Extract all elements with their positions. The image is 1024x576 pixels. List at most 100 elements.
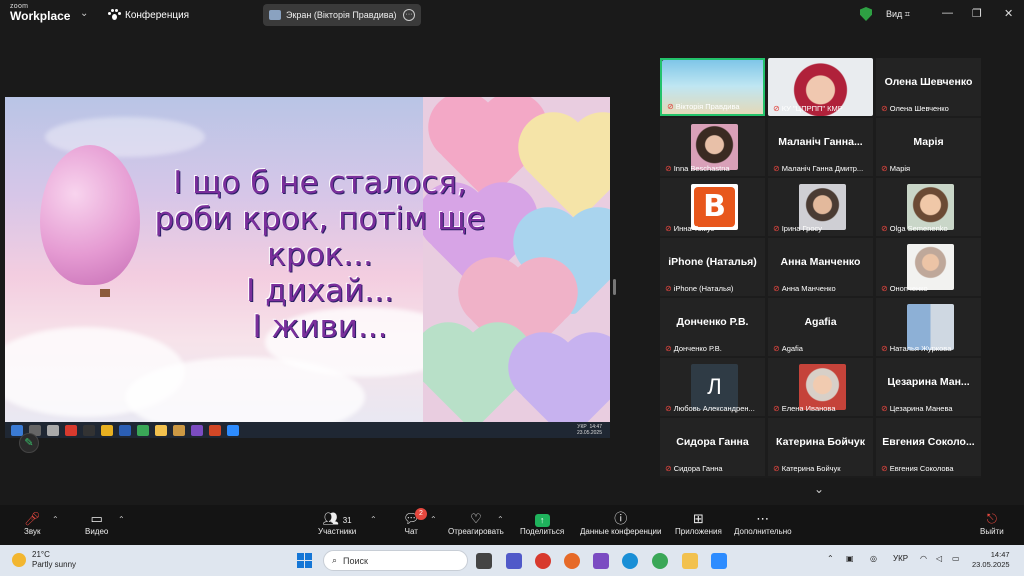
chevron-down-icon[interactable]: ⌄ [80, 8, 88, 19]
wifi-icon[interactable]: ◠ [920, 554, 927, 563]
shared-screen: І що б не сталося, роби крок, потім ще к… [5, 97, 610, 422]
opera-icon[interactable] [535, 553, 551, 569]
participant-tile[interactable]: Цезарина Ман... ⊘ Цезарина Манева [876, 358, 981, 416]
audio-button[interactable]: 🎤︎ Звук [24, 510, 41, 536]
people-icon: 👥︎ [322, 511, 340, 526]
chevron-up-icon[interactable]: ⌃ [52, 515, 59, 524]
participant-tile[interactable]: ⊘ Olga Semenenko [876, 178, 981, 236]
presenter-date: 23.05.2025 [576, 430, 602, 436]
chevron-down-icon[interactable]: ⌄ [814, 482, 824, 496]
battery-icon[interactable]: ▭ [952, 554, 960, 563]
meeting-info-label: Данные конференции [580, 527, 662, 536]
muted-mic-icon: ⊘ [665, 164, 672, 173]
participant-tile[interactable]: ⊘ КУ "ЦПРПП" КМР [768, 58, 873, 116]
language-indicator[interactable]: УКР [893, 554, 908, 563]
meeting-info-button[interactable]: Конференция [108, 9, 189, 21]
chevron-up-icon[interactable]: ⌃ [827, 554, 834, 563]
participant-display-name: Agafia [804, 316, 837, 328]
participant-name: Вікторія Правдива [675, 102, 740, 111]
apps-button[interactable]: ⊞ Приложения [675, 510, 722, 536]
chrome-icon[interactable] [652, 553, 668, 569]
annotate-pen-icon[interactable]: ✎ [19, 433, 39, 453]
windows-start-icon[interactable] [297, 553, 312, 568]
chevron-up-icon[interactable]: ⌃ [430, 515, 437, 524]
shield-icon[interactable] [860, 7, 872, 21]
more-button[interactable]: ⋯ Дополнительно [734, 510, 792, 536]
leave-button[interactable]: ⎋ Выйти [980, 510, 1004, 536]
muted-mic-icon: ⊘ [773, 104, 780, 113]
taskview-icon[interactable] [476, 553, 492, 569]
participant-display-name: Донченко Р.В. [676, 316, 749, 328]
more-icon[interactable]: ··· [403, 9, 415, 21]
participant-name: Катерина Бойчук [781, 464, 841, 473]
react-button[interactable]: ♡ Отреагировать [448, 510, 504, 536]
slide-line: роби крок, потім ще [154, 201, 486, 237]
video-button[interactable]: ▭ Видео [85, 510, 108, 536]
chat-button[interactable]: 💬︎ 2 Чат [403, 508, 427, 536]
chevron-up-icon[interactable]: ⌃ [497, 515, 504, 524]
weather-widget[interactable]: 21°C Partly sunny [12, 550, 76, 570]
participant-tile[interactable]: ⊘ Inna Beschastna [660, 118, 765, 176]
participant-tile[interactable]: Марія ⊘ Марія [876, 118, 981, 176]
system-clock[interactable]: 14:47 23.05.2025 [972, 550, 1010, 570]
participant-tile[interactable]: Маланіч Ганна... ⊘ Маланіч Ганна Дмитр... [768, 118, 873, 176]
participant-tile[interactable]: Сидора Ганна ⊘ Сидора Ганна [660, 418, 765, 476]
participant-name: Agafia [781, 344, 803, 353]
chevron-up-icon[interactable]: ⌃ [118, 515, 125, 524]
participant-tile[interactable]: ⊘ Вікторія Правдива [660, 58, 765, 116]
participant-tile[interactable]: iPhone (Наталья) ⊘ iPhone (Наталья) [660, 238, 765, 296]
folder-icon[interactable] [682, 553, 698, 569]
search-placeholder: Поиск [343, 555, 368, 566]
minimize-icon[interactable]: — [942, 7, 953, 19]
participant-tile[interactable]: ⊘ Наталья Журкова [876, 298, 981, 356]
presenter-clock: УКР 14:47 23.05.2025 [577, 424, 602, 436]
participant-tile[interactable]: ⊘ Ірина Гросу [768, 178, 873, 236]
firefox-icon[interactable] [564, 553, 580, 569]
zoom-icon[interactable] [711, 553, 727, 569]
participant-tile[interactable]: Agafia ⊘ Agafia [768, 298, 873, 356]
participant-tile[interactable]: Катерина Бойчук ⊘ Катерина Бойчук [768, 418, 873, 476]
participant-name-label: ⊘ Olga Semenenko [881, 224, 979, 233]
participant-name-label: ⊘ КУ "ЦПРПП" КМР [773, 104, 871, 113]
share-button[interactable]: ↑ Поделиться [520, 510, 564, 536]
chevron-up-icon[interactable]: ⌃ [370, 515, 377, 524]
copilot-icon[interactable] [593, 553, 609, 569]
participant-tile[interactable]: ⊘ Онопченко [876, 238, 981, 296]
teams-icon[interactable] [506, 553, 522, 569]
participant-tile[interactable]: ⊘ Елена Иванова [768, 358, 873, 416]
participant-display-name: Евгения Соколо... [882, 436, 975, 448]
app-icon [173, 424, 185, 436]
participants-button[interactable]: 👥︎ 31 Участники [318, 510, 356, 536]
start-icon [11, 424, 23, 436]
muted-mic-icon: ⊘ [773, 464, 780, 473]
participant-tile[interactable]: Л ⊘ Любовь Александрен... [660, 358, 765, 416]
taskbar-search[interactable]: ⌕ Поиск [323, 550, 468, 571]
participant-tile[interactable]: Олена Шевченко ⊘ Олена Шевченко [876, 58, 981, 116]
temperature: 21°C [32, 550, 50, 559]
splitter-handle[interactable] [613, 279, 616, 295]
close-icon[interactable]: ✕ [1004, 7, 1013, 20]
participant-tile[interactable]: Анна Манченко ⊘ Анна Манченко [768, 238, 873, 296]
volume-icon[interactable]: ◁ [936, 554, 942, 563]
restore-icon[interactable]: ❐ [972, 7, 982, 20]
participant-name: КУ "ЦПРПП" КМР [781, 104, 843, 113]
participant-name: Анна Манченко [781, 284, 836, 293]
audio-label: Звук [24, 527, 41, 536]
meeting-info-toolbar-button[interactable]: ⓘ Данные конференции [580, 510, 661, 536]
screen-share-tab[interactable]: Экран (Вікторія Правдива) ··· [263, 4, 421, 26]
edge-icon[interactable] [622, 553, 638, 569]
app-icon [47, 424, 59, 436]
view-button[interactable]: Вид ⌗ [886, 9, 910, 20]
participant-tile[interactable]: Евгения Соколо... ⊘ Евгения Соколова [876, 418, 981, 476]
participant-name-label: ⊘ Инна Томуз [665, 224, 763, 233]
participant-name-label: ⊘ Ірина Гросу [773, 224, 871, 233]
participant-name-label: ⊘ Маланіч Ганна Дмитр... [773, 164, 871, 173]
slide-line: І дихай... [246, 273, 394, 309]
muted-mic-icon: ⊘ [773, 404, 780, 413]
more-label: Дополнительно [734, 527, 792, 536]
tray-app-icon[interactable]: ◎ [870, 554, 877, 563]
participant-tile[interactable]: B ⊘ Инна Томуз [660, 178, 765, 236]
participant-name-label: ⊘ Agafia [773, 344, 871, 353]
tray-app-icon[interactable]: ▣ [846, 554, 854, 563]
participant-tile[interactable]: Донченко Р.В. ⊘ Донченко Р.В. [660, 298, 765, 356]
